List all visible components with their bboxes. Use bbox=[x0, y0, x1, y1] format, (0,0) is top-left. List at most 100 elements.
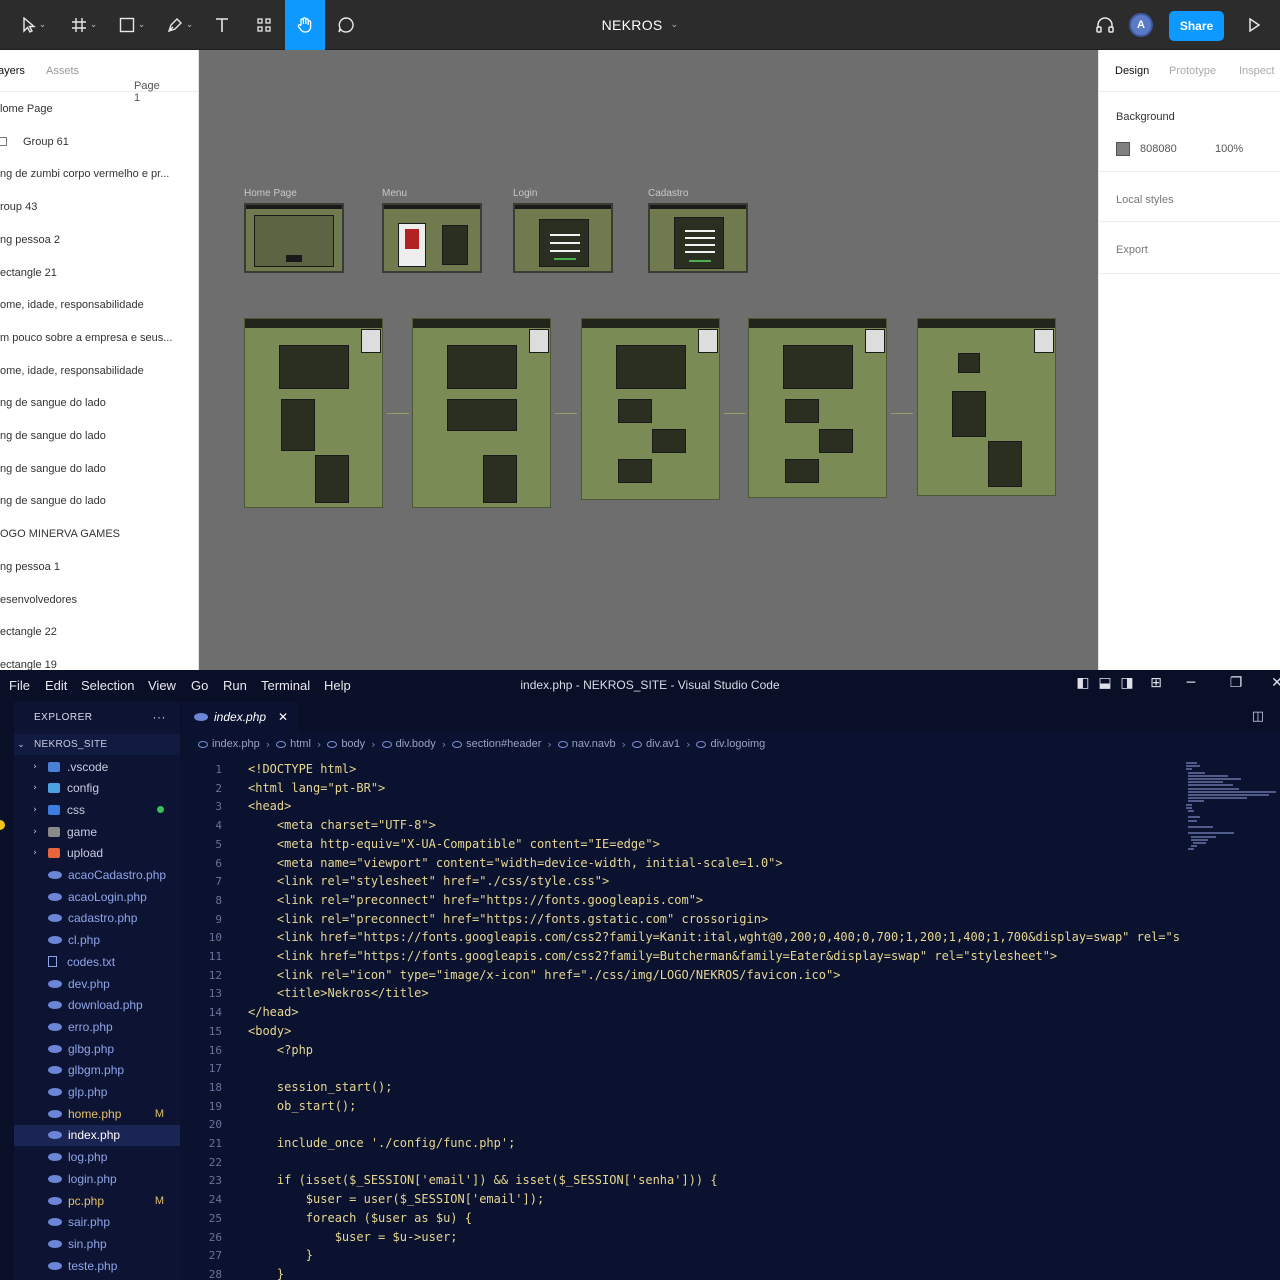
layer-item[interactable]: ectangle 19 bbox=[0, 655, 198, 670]
frame-page-5[interactable] bbox=[917, 318, 1056, 496]
code-editor[interactable]: 1 <!DOCTYPE html> 2 <html lang="pt-BR"> 3 <he… bbox=[180, 756, 1180, 1280]
code-line[interactable]: } bbox=[248, 1267, 284, 1280]
layer-item[interactable]: ng de sangue do lado bbox=[0, 393, 198, 413]
frame-title[interactable]: Home Page bbox=[244, 188, 297, 199]
tab-assets[interactable]: Assets bbox=[46, 65, 79, 77]
hand-tool[interactable] bbox=[285, 0, 325, 50]
frame-login[interactable] bbox=[513, 203, 613, 273]
folder-item[interactable]: › .vscode bbox=[14, 756, 180, 777]
code-line[interactable]: session_start(); bbox=[248, 1080, 393, 1094]
layer-item[interactable]: OGO MINERVA GAMES bbox=[0, 524, 198, 544]
background-swatch[interactable] bbox=[1116, 142, 1130, 156]
code-line[interactable]: include_once './config/func.php'; bbox=[248, 1136, 515, 1150]
layer-item[interactable]: Group 61 bbox=[0, 132, 198, 152]
explorer-more-icon[interactable]: ··· bbox=[153, 710, 167, 724]
file-item[interactable]: glbgm.php bbox=[14, 1060, 180, 1081]
source-control-badge[interactable] bbox=[0, 820, 5, 830]
file-item[interactable]: sair.php bbox=[14, 1212, 180, 1233]
breadcrumb-item[interactable]: div.logoimg bbox=[710, 738, 765, 750]
menu-file[interactable]: File bbox=[9, 678, 30, 693]
code-line[interactable]: ob_start(); bbox=[248, 1099, 356, 1113]
code-line[interactable]: <head> bbox=[248, 799, 291, 813]
frame-page-2[interactable] bbox=[412, 318, 551, 508]
layer-item[interactable]: esenvolvedores bbox=[0, 590, 198, 610]
menu-view[interactable]: View bbox=[148, 678, 176, 693]
frame-title[interactable]: Menu bbox=[382, 188, 407, 199]
code-line[interactable]: <meta http-equiv="X-UA-Compatible" conte… bbox=[248, 837, 660, 851]
close-icon[interactable]: ✕ bbox=[1266, 675, 1280, 691]
code-line[interactable]: </head> bbox=[248, 1005, 299, 1019]
file-item[interactable]: teste.php bbox=[14, 1255, 180, 1276]
code-line[interactable]: <link rel="stylesheet" href="./css/style… bbox=[248, 874, 609, 888]
code-line[interactable]: <link rel="icon" type="image/x-icon" hre… bbox=[248, 968, 841, 982]
share-button[interactable]: Share bbox=[1169, 11, 1224, 41]
code-line[interactable]: <!DOCTYPE html> bbox=[248, 762, 356, 776]
layer-item[interactable]: ng pessoa 2 bbox=[0, 230, 198, 250]
file-item[interactable]: glp.php bbox=[14, 1082, 180, 1103]
minimap[interactable] bbox=[1180, 756, 1280, 1280]
breadcrumb-item[interactable]: div.body bbox=[396, 738, 436, 750]
code-line[interactable]: <meta name="viewport" content="width=dev… bbox=[248, 856, 783, 870]
tab-layers[interactable]: ayers bbox=[0, 65, 25, 77]
folder-item[interactable]: › upload bbox=[14, 843, 180, 864]
code-line[interactable]: if (isset($_SESSION['email']) && isset($… bbox=[248, 1173, 718, 1187]
toggle-panel-icon[interactable]: ⬓ bbox=[1094, 675, 1116, 691]
design-canvas[interactable]: Home Page Menu Login Cadastro bbox=[199, 50, 1098, 670]
restore-icon[interactable]: ❐ bbox=[1225, 675, 1247, 691]
code-line[interactable]: <?php bbox=[248, 1043, 313, 1057]
present-button[interactable] bbox=[1244, 0, 1264, 50]
menu-go[interactable]: Go bbox=[191, 678, 208, 693]
text-tool[interactable] bbox=[208, 0, 236, 50]
resources-tool[interactable] bbox=[250, 0, 278, 50]
file-item[interactable]: glbg.php bbox=[14, 1038, 180, 1059]
folder-item[interactable]: › config bbox=[14, 778, 180, 799]
move-tool[interactable]: ⌄ bbox=[14, 0, 54, 50]
frame-menu[interactable] bbox=[382, 203, 482, 273]
breadcrumb-item[interactable]: html bbox=[290, 738, 311, 750]
export-label[interactable]: Export bbox=[1116, 244, 1148, 256]
file-item[interactable]: login.php bbox=[14, 1168, 180, 1189]
layer-item[interactable]: ng de zumbi corpo vermelho e pr... bbox=[0, 164, 198, 184]
background-opacity[interactable]: 100% bbox=[1215, 143, 1243, 155]
file-item[interactable]: download.php bbox=[14, 995, 180, 1016]
frame-cadastro[interactable] bbox=[648, 203, 748, 273]
code-line[interactable]: } bbox=[248, 1248, 313, 1262]
code-line[interactable]: <link href="https://fonts.googleapis.com… bbox=[248, 930, 1180, 944]
menu-help[interactable]: Help bbox=[324, 678, 351, 693]
frame-tool[interactable]: ⌄ bbox=[64, 0, 104, 50]
breadcrumb-item[interactable]: index.php bbox=[212, 738, 260, 750]
folder-item[interactable]: › css bbox=[14, 799, 180, 820]
code-line[interactable]: <body> bbox=[248, 1024, 291, 1038]
breadcrumb-item[interactable]: section#header bbox=[466, 738, 541, 750]
frame-page-3[interactable] bbox=[581, 318, 720, 500]
file-title[interactable]: NEKROS ⌄ bbox=[560, 0, 720, 50]
code-line[interactable]: <link href="https://fonts.googleapis.com… bbox=[248, 949, 1057, 963]
frame-page-1[interactable] bbox=[244, 318, 383, 508]
layout-icon[interactable]: ⊞ bbox=[1145, 675, 1167, 691]
code-line[interactable]: foreach ($user as $u) { bbox=[248, 1211, 472, 1225]
background-hex[interactable]: 808080 bbox=[1140, 143, 1177, 155]
local-styles-label[interactable]: Local styles bbox=[1116, 194, 1173, 206]
tab-inspect[interactable]: Inspect bbox=[1239, 65, 1274, 77]
folder-item[interactable]: › game bbox=[14, 821, 180, 842]
tab-prototype[interactable]: Prototype bbox=[1169, 65, 1216, 77]
menu-terminal[interactable]: Terminal bbox=[261, 678, 310, 693]
audio-button[interactable] bbox=[1092, 0, 1118, 50]
breadcrumb-item[interactable]: body bbox=[341, 738, 365, 750]
code-line[interactable]: <title>Nekros</title> bbox=[248, 986, 429, 1000]
code-line[interactable]: $user = $u->user; bbox=[248, 1230, 458, 1244]
layer-item[interactable]: ectangle 22 bbox=[0, 622, 198, 642]
comment-tool[interactable] bbox=[332, 0, 360, 50]
file-item[interactable]: log.php bbox=[14, 1147, 180, 1168]
layer-item[interactable]: m pouco sobre a empresa e seus... bbox=[0, 328, 198, 348]
file-item[interactable]: codes.txt bbox=[14, 951, 180, 972]
split-editor-icon[interactable]: ◫ bbox=[1252, 709, 1264, 724]
tab-index-php[interactable]: index.php ✕ bbox=[182, 702, 298, 732]
menu-run[interactable]: Run bbox=[223, 678, 247, 693]
tab-design[interactable]: Design bbox=[1115, 65, 1149, 77]
file-item[interactable]: acaoCadastro.php bbox=[14, 865, 180, 886]
layer-item[interactable]: ng de sangue do lado bbox=[0, 426, 198, 446]
code-line[interactable]: <html lang="pt-BR"> bbox=[248, 781, 385, 795]
code-line[interactable]: <meta charset="UTF-8"> bbox=[248, 818, 436, 832]
layer-item[interactable]: ng de sangue do lado bbox=[0, 459, 198, 479]
